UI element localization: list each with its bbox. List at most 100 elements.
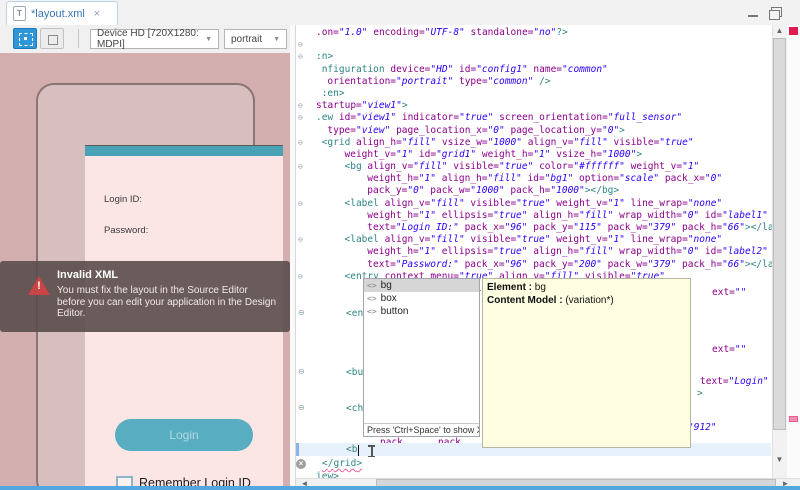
preview-login-button[interactable]: Login bbox=[115, 419, 253, 451]
fold-marker-icon[interactable]: ⊖ bbox=[298, 137, 303, 149]
tab-title: *layout.xml bbox=[31, 8, 85, 20]
design-editor-pane: Device HD [720X1280: MDPI] ▼ portrait ▼ … bbox=[0, 25, 290, 486]
code-fragment[interactable]: text="Login" bbox=[700, 376, 769, 387]
code-line[interactable]: .on="1.0" encoding="UTF-8" standalone="n… bbox=[296, 27, 774, 39]
content-assist-item-bg[interactable]: <>bg bbox=[364, 279, 479, 292]
current-line-text: <b bbox=[346, 444, 357, 455]
invalid-xml-overlay: ! Invalid XML You must fix the layout in… bbox=[0, 261, 290, 332]
code-fragment[interactable]: <ch bbox=[346, 403, 363, 414]
code-line[interactable]: ⊖<label align_v="fill" visible="true" we… bbox=[296, 198, 774, 210]
mouse-ibeam-cursor bbox=[368, 445, 375, 457]
xml-element-icon: <> bbox=[367, 279, 377, 292]
scroll-up-arrow[interactable]: ▲ bbox=[772, 26, 787, 35]
code-line[interactable]: type="view" page_location_x="0" page_loc… bbox=[296, 125, 774, 137]
overview-error-marker[interactable] bbox=[789, 27, 798, 35]
design-toolbar: Device HD [720X1280: MDPI] ▼ portrait ▼ bbox=[0, 25, 290, 54]
fold-marker-icon[interactable]: ⊖ bbox=[298, 366, 305, 378]
device-selector[interactable]: Device HD [720X1280: MDPI] ▼ bbox=[90, 29, 219, 49]
code-line[interactable]: ⊖<label align_v="fill" visible="true" we… bbox=[296, 234, 774, 246]
frame-mode-button[interactable] bbox=[40, 28, 64, 49]
fold-marker-icon[interactable]: ⊖ bbox=[298, 307, 305, 319]
code-line[interactable]: weight_h="1" ellipsis="true" align_h="fi… bbox=[296, 246, 774, 258]
error-marker-icon: × bbox=[296, 459, 306, 469]
preview-login-id-label[interactable]: Login ID: bbox=[104, 194, 142, 205]
code-line[interactable]: weight_h="1" align_h="fill" id="bg1" opt… bbox=[296, 173, 774, 185]
code-fragment[interactable]: > bbox=[697, 388, 703, 399]
code-fragment[interactable]: <en bbox=[346, 308, 363, 319]
ide-window: T *layout.xml × Device HD [720X1280: MDP… bbox=[0, 0, 800, 490]
code-fragment[interactable]: ext="" bbox=[712, 287, 746, 298]
content-assist-popup: <>bg<>box<>button Press 'Ctrl+Space' to … bbox=[363, 278, 480, 437]
tooltip-element-label: Element : bbox=[487, 282, 532, 293]
editor-tab-bar: T *layout.xml × bbox=[0, 0, 800, 26]
code-lines: .on="1.0" encoding="UTF-8" standalone="n… bbox=[296, 27, 774, 295]
tab-layout-xml[interactable]: T *layout.xml × bbox=[6, 1, 118, 25]
fold-marker-icon[interactable]: ⊖ bbox=[298, 198, 303, 210]
scroll-left-arrow[interactable]: ◄ bbox=[297, 479, 312, 486]
code-line[interactable]: :en> bbox=[296, 88, 774, 100]
code-line[interactable]: nfiguration device="HD" id="config1" nam… bbox=[296, 64, 774, 76]
tooltip-element-value: bg bbox=[535, 282, 546, 293]
fold-marker-icon[interactable]: ⊖ bbox=[298, 161, 303, 173]
code-line[interactable]: ⊖ bbox=[296, 39, 774, 51]
text-caret bbox=[358, 445, 359, 456]
code-line[interactable]: ⊖startup="view1"> bbox=[296, 100, 774, 112]
code-line[interactable]: ⊖:n> bbox=[296, 51, 774, 63]
fold-marker-icon[interactable]: ⊖ bbox=[298, 402, 305, 414]
frame-icon bbox=[48, 35, 58, 45]
toolbar-separator bbox=[78, 29, 79, 48]
code-line[interactable]: weight_h="1" ellipsis="true" align_h="fi… bbox=[296, 210, 774, 222]
vertical-scrollbar-thumb[interactable] bbox=[773, 38, 786, 430]
minimize-icon bbox=[748, 15, 758, 17]
code-line[interactable]: ⊖<bg align_v="fill" visible="true" color… bbox=[296, 161, 774, 173]
code-line[interactable]: pack_y="0" pack_w="1000" pack_h="1000"><… bbox=[296, 185, 774, 197]
content-assist-footer: Press 'Ctrl+Space' to show XML bbox=[364, 423, 479, 436]
code-line[interactable]: text="Login ID:" pack_x="96" pack_y="115… bbox=[296, 222, 774, 234]
preview-remember-checkbox[interactable] bbox=[116, 476, 133, 486]
overlay-message-line2: before you can edit your application in … bbox=[57, 297, 290, 319]
code-fragment[interactable]: <bu bbox=[346, 367, 363, 378]
fold-marker-icon[interactable]: ⊖ bbox=[298, 112, 303, 124]
minimize-editor-button[interactable] bbox=[746, 6, 762, 18]
chevron-down-icon: ▼ bbox=[205, 36, 212, 43]
scroll-right-arrow[interactable]: ► bbox=[778, 479, 793, 486]
tab-close-icon[interactable]: × bbox=[94, 8, 100, 20]
code-fragment[interactable]: ext="" bbox=[712, 344, 746, 355]
code-line[interactable]: ⊖.ew id="view1" indicator="true" screen_… bbox=[296, 112, 774, 124]
chevron-down-icon: ▼ bbox=[273, 36, 280, 43]
fold-marker-icon[interactable]: ⊖ bbox=[298, 51, 303, 63]
code-line[interactable]: orientation="portrait" type="common" /> bbox=[296, 76, 774, 88]
source-editor-pane[interactable]: .on="1.0" encoding="UTF-8" standalone="n… bbox=[296, 25, 800, 486]
overview-warning-marker[interactable] bbox=[789, 416, 798, 422]
code-fragment[interactable]: "912" bbox=[688, 422, 717, 433]
tooltip-model-label: Content Model : bbox=[487, 295, 563, 306]
overview-ruler bbox=[787, 25, 800, 478]
preview-remember-label[interactable]: Remember Login ID bbox=[139, 476, 251, 486]
horizontal-scrollbar-thumb[interactable] bbox=[376, 479, 776, 486]
warning-triangle-icon: ! bbox=[28, 276, 50, 295]
content-assist-item-box[interactable]: <>box bbox=[364, 292, 479, 305]
preview-password-label[interactable]: Password: bbox=[104, 225, 148, 236]
content-assist-item-button[interactable]: <>button bbox=[364, 305, 479, 318]
orientation-selector-value: portrait bbox=[231, 34, 262, 45]
fold-marker-icon[interactable]: ⊖ bbox=[298, 39, 303, 51]
code-line[interactable]: weight_v="1" id="grid1" weight_h="1" vsi… bbox=[296, 149, 774, 161]
maximize-icon bbox=[771, 7, 782, 17]
code-line[interactable]: ⊖<grid align_h="fill" vsize_w="1000" ali… bbox=[296, 137, 774, 149]
overlay-message-line1: You must fix the layout in the Source Ed… bbox=[57, 285, 248, 296]
orientation-selector[interactable]: portrait ▼ bbox=[224, 29, 287, 49]
fold-marker-icon[interactable]: ⊖ bbox=[298, 100, 303, 112]
design-canvas[interactable]: Login ID: Password: Login Remember Login… bbox=[0, 53, 290, 486]
fold-marker-icon[interactable]: ⊖ bbox=[298, 234, 303, 246]
fold-marker-icon[interactable]: ⊖ bbox=[298, 271, 303, 283]
maximize-editor-button[interactable] bbox=[768, 6, 784, 18]
overlay-title: Invalid XML bbox=[57, 269, 118, 281]
preview-title-bar bbox=[85, 145, 283, 156]
tooltip-model-value: (variation*) bbox=[565, 295, 613, 306]
device-selector-value: Device HD [720X1280: MDPI] bbox=[97, 28, 205, 50]
design-mode-button[interactable] bbox=[13, 28, 37, 49]
window-focus-border bbox=[0, 486, 800, 490]
code-line[interactable]: text="Password:" pack_x="96" pack_y="200… bbox=[296, 259, 774, 271]
screen-select-icon bbox=[19, 33, 33, 46]
scroll-down-arrow[interactable]: ▼ bbox=[772, 455, 787, 464]
